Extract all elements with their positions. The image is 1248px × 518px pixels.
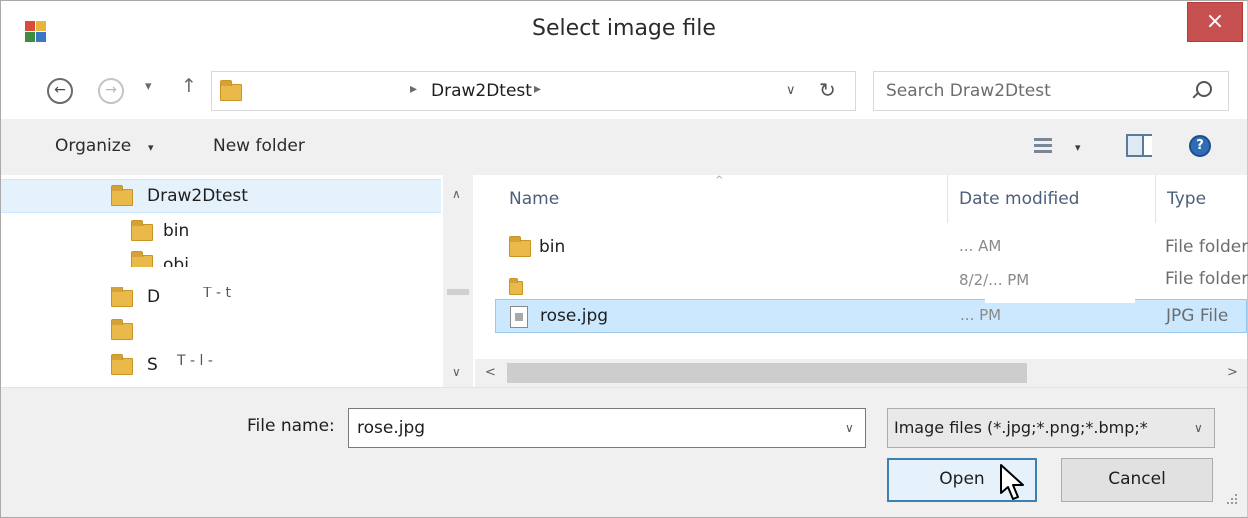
new-folder-button[interactable]: New folder — [213, 136, 305, 156]
tree-item-draw2dtest[interactable]: Draw2Dtest — [1, 179, 441, 213]
file-name-dropdown-icon[interactable]: ∨ — [845, 421, 854, 435]
column-header-name[interactable]: Name — [509, 189, 559, 209]
breadcrumb-separator: ▸ — [410, 81, 418, 97]
file-name-label: File name: — [247, 416, 335, 436]
scrollbar-thumb[interactable] — [507, 363, 1027, 383]
list-item-date: ... AM — [959, 237, 1002, 255]
resize-grip-icon[interactable] — [1225, 492, 1239, 506]
view-options-caret-icon[interactable]: ▾ — [1075, 141, 1081, 154]
list-horizontal-scrollbar[interactable]: < > — [475, 359, 1247, 387]
folder-icon — [509, 236, 531, 257]
breadcrumb-separator[interactable]: ▸ — [534, 81, 541, 97]
forward-arrow-icon[interactable]: → — [98, 78, 124, 104]
organize-button[interactable]: Organize — [55, 136, 131, 156]
list-item-type: File folder — [1165, 269, 1248, 289]
scroll-left-icon[interactable]: < — [485, 365, 496, 380]
tree-item-folder[interactable] — [1, 315, 441, 349]
file-name-value[interactable]: rose.jpg — [357, 418, 425, 438]
list-item-type: File folder — [1165, 237, 1248, 257]
command-toolbar: Organize ▾ New folder ▾ ? — [1, 119, 1247, 175]
list-item-date: ... PM — [960, 306, 1002, 324]
column-divider[interactable] — [1155, 175, 1156, 223]
folder-icon — [220, 80, 242, 101]
title-bar[interactable]: Select image file × — [1, 1, 1247, 61]
preview-pane-icon[interactable] — [1126, 134, 1152, 157]
tree-item-label: S — [147, 355, 158, 375]
file-type-filter-value: Image files (*.jpg;*.png;*.bmp;* — [894, 418, 1148, 437]
file-selection-panel: File name: rose.jpg ∨ Image files (*.jpg… — [1, 387, 1247, 517]
column-header-type[interactable]: Type — [1167, 189, 1206, 209]
address-dropdown-icon[interactable]: ∨ — [786, 83, 796, 98]
navigation-pane[interactable]: Draw2Dtest bin obj D T - t S T - l - ∧ ∨ — [1, 175, 473, 387]
scroll-up-icon[interactable]: ∧ — [452, 187, 461, 201]
list-item-name: rose.jpg — [540, 306, 609, 326]
organize-caret-icon[interactable]: ▾ — [148, 141, 154, 154]
scroll-right-icon[interactable]: > — [1227, 365, 1238, 380]
folder-icon — [111, 286, 133, 307]
scroll-down-icon[interactable]: ∨ — [452, 365, 461, 379]
select-image-file-dialog: Select image file × ← → ▾ ↑ ▸ Draw2Dtest… — [0, 0, 1248, 518]
up-arrow-icon[interactable]: ↑ — [181, 75, 197, 97]
breadcrumb-draw2dtest[interactable]: Draw2Dtest — [431, 81, 532, 101]
folder-icon — [111, 354, 133, 375]
list-item-type: JPG File — [1166, 306, 1229, 326]
browser-content: Draw2Dtest bin obj D T - t S T - l - ∧ ∨… — [1, 175, 1248, 387]
sort-indicator-icon: ^ — [715, 175, 724, 186]
tree-item-label-fragment: T - t — [203, 285, 231, 301]
folder-icon — [131, 220, 153, 241]
tree-item-label-fragment: T - l - — [177, 353, 213, 369]
cancel-button[interactable]: Cancel — [1061, 458, 1213, 502]
view-options-icon[interactable] — [1034, 137, 1052, 155]
redaction-strip — [1, 267, 251, 287]
back-arrow-icon[interactable]: ← — [47, 78, 73, 104]
tree-item-label: D — [147, 287, 161, 307]
folder-icon — [509, 278, 523, 295]
column-divider[interactable] — [947, 175, 948, 223]
address-bar[interactable]: ▸ Draw2Dtest ▸ ∨ ↻ — [211, 71, 856, 111]
list-item-selected[interactable]: rose.jpg ... PM JPG File — [495, 299, 1247, 333]
recent-locations-icon[interactable]: ▾ — [145, 79, 152, 94]
list-item-name: bin — [539, 237, 566, 257]
file-type-filter[interactable]: Image files (*.jpg;*.png;*.bmp;* ∨ — [887, 408, 1215, 448]
file-list-pane[interactable]: ^ Name Date modified Type bin ... AM Fil… — [475, 175, 1248, 387]
search-icon[interactable] — [1196, 81, 1212, 97]
search-box[interactable]: Search Draw2Dtest — [873, 71, 1229, 111]
close-button[interactable]: × — [1187, 2, 1243, 42]
jpg-file-icon — [510, 306, 528, 328]
tree-item-bin[interactable]: bin — [1, 215, 441, 249]
tree-item-solution[interactable]: S T - l - — [1, 349, 441, 383]
scrollbar-thumb[interactable] — [447, 289, 469, 295]
redacted-path — [248, 80, 368, 104]
refresh-icon[interactable]: ↻ — [819, 78, 836, 102]
folder-icon — [111, 319, 133, 340]
column-header-date-modified[interactable]: Date modified — [959, 189, 1079, 209]
mouse-pointer-icon — [1000, 464, 1024, 500]
search-input[interactable]: Search Draw2Dtest — [886, 81, 1051, 101]
redaction-strip — [985, 287, 1135, 303]
list-item[interactable]: bin ... AM File folder — [495, 231, 1248, 265]
help-icon[interactable]: ? — [1189, 135, 1211, 157]
folder-icon — [111, 185, 133, 206]
tree-item-label: bin — [163, 221, 190, 241]
file-name-field[interactable]: rose.jpg ∨ — [348, 408, 866, 448]
file-type-dropdown-icon[interactable]: ∨ — [1194, 421, 1203, 435]
navigation-bar: ← → ▾ ↑ ▸ Draw2Dtest ▸ ∨ ↻ Search Draw2D… — [1, 61, 1247, 119]
tree-item-label: Draw2Dtest — [147, 186, 248, 206]
dialog-title: Select image file — [532, 16, 716, 41]
tree-vertical-scrollbar[interactable]: ∧ ∨ — [443, 175, 473, 387]
